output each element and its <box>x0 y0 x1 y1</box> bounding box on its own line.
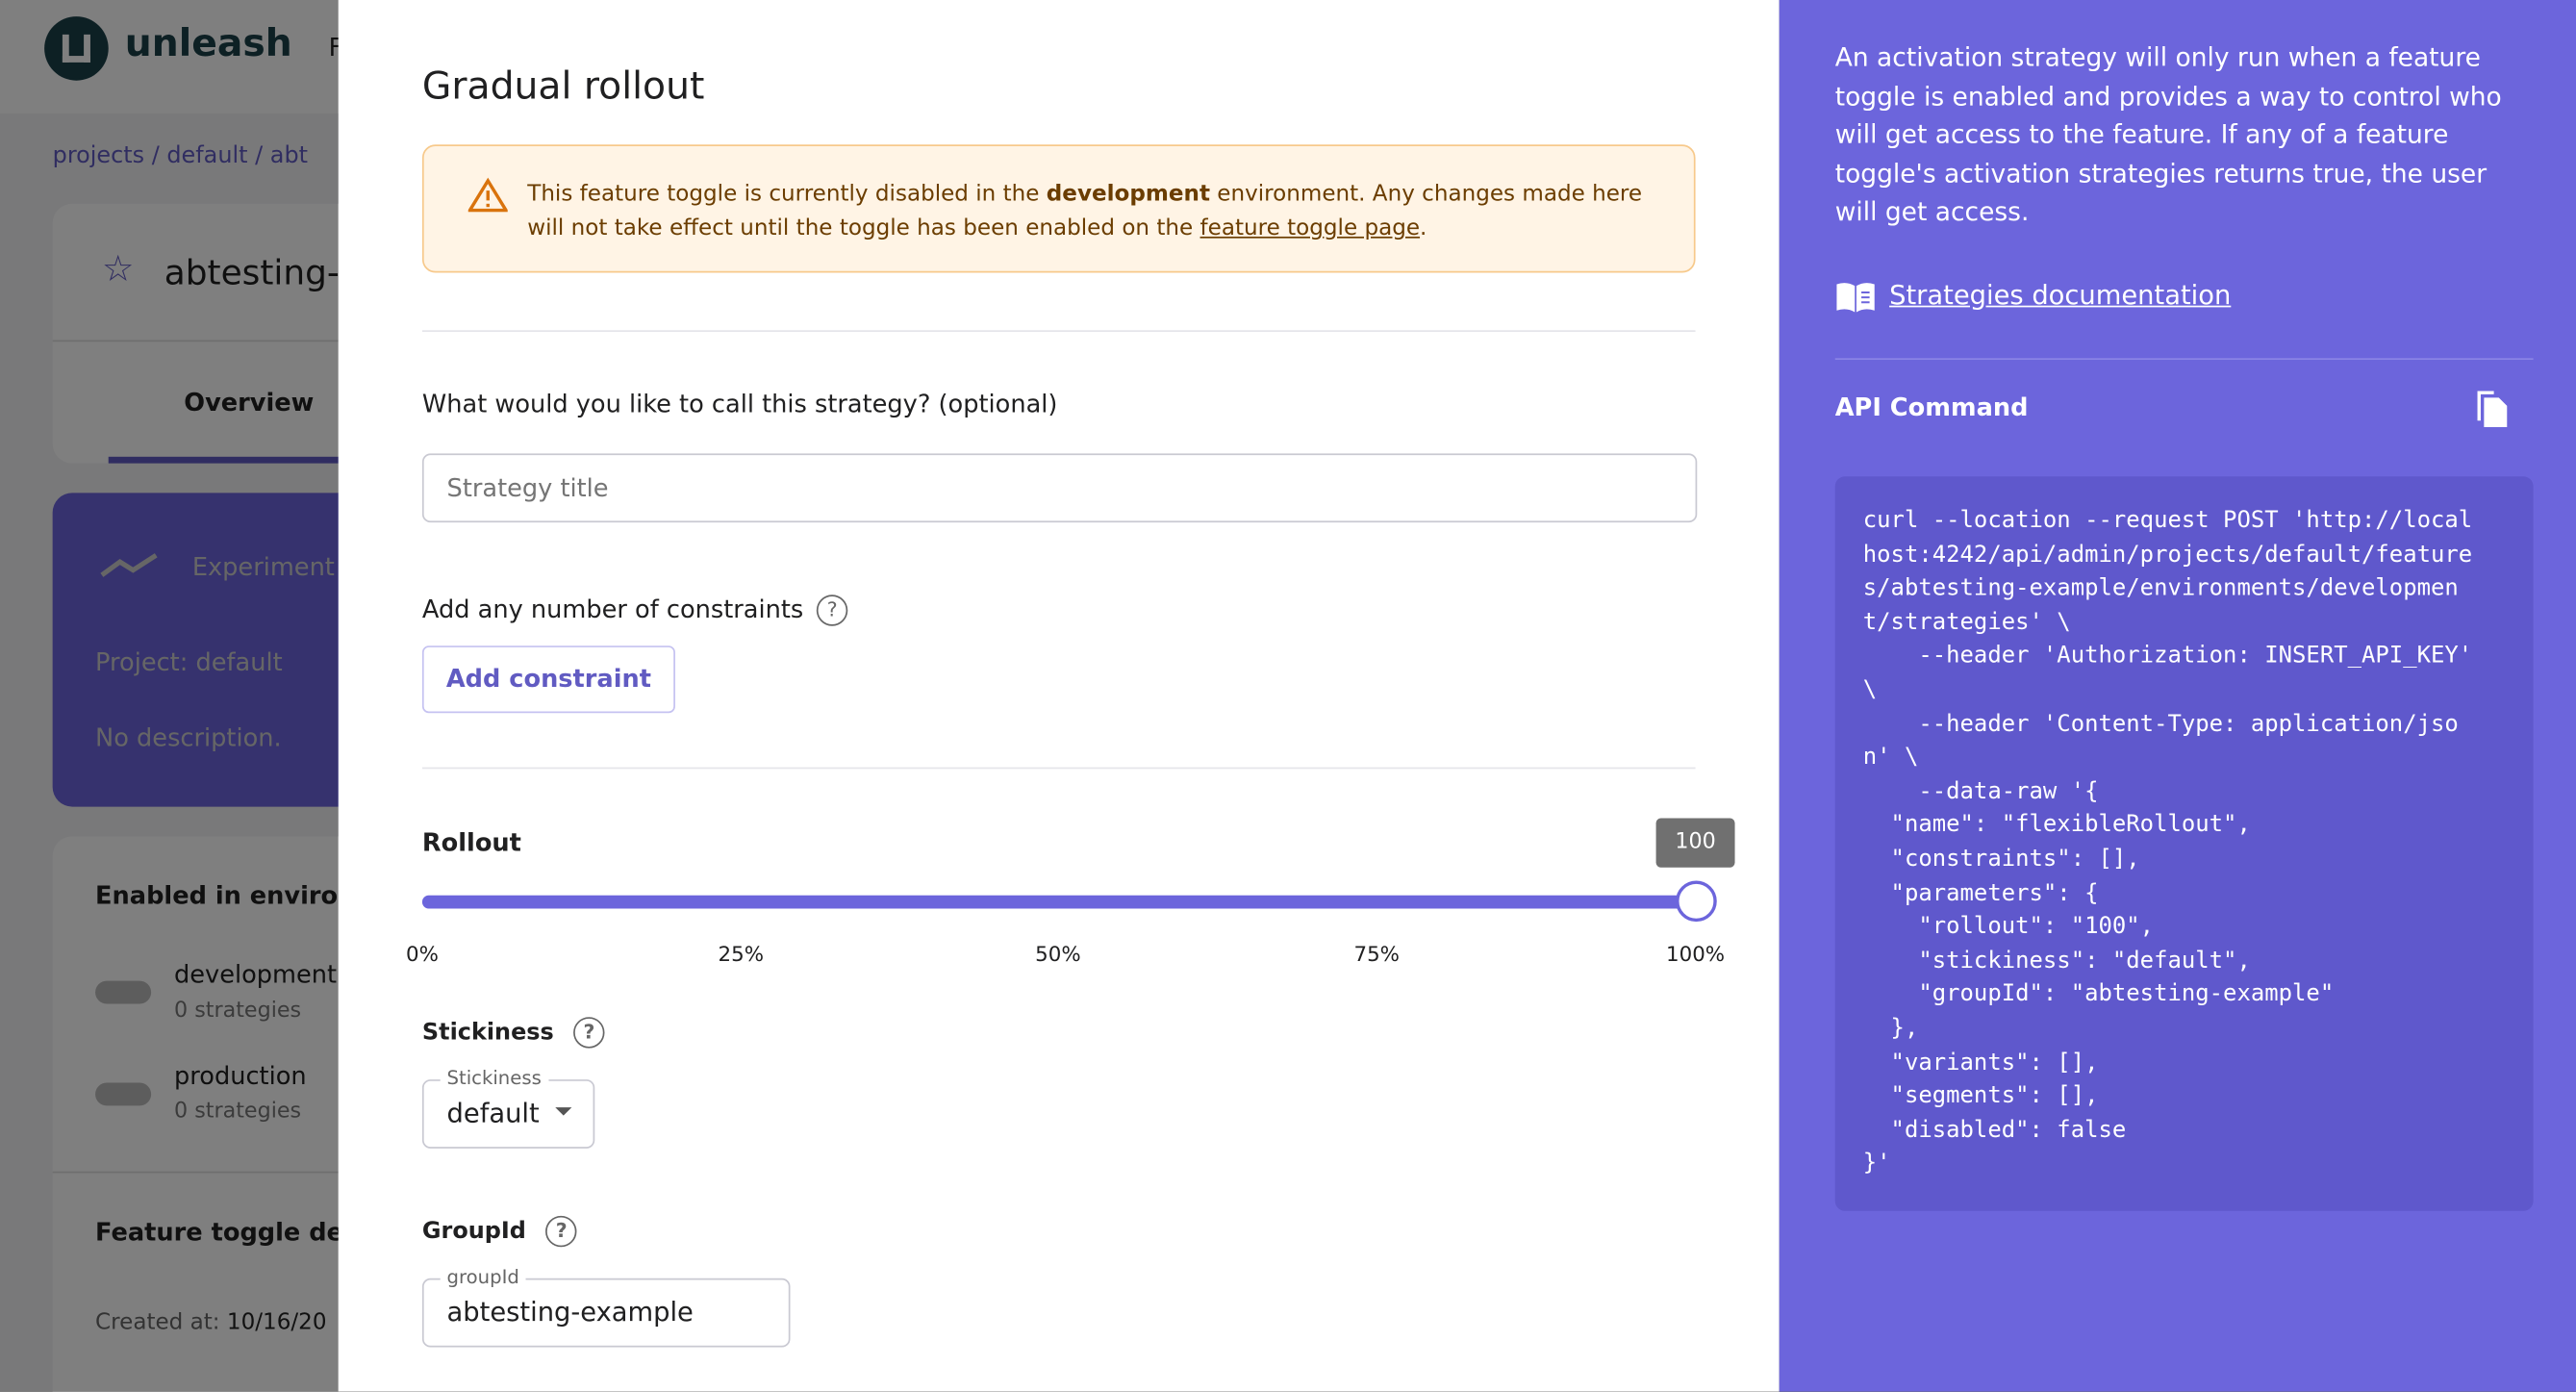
strategy-name-label: What would you like to call this strateg… <box>421 389 1058 419</box>
slider-fill <box>421 895 1696 909</box>
code-line: "parameters": { <box>1862 879 2099 906</box>
add-constraint-button[interactable]: Add constraint <box>421 645 675 714</box>
tick-label: 0% <box>405 941 439 967</box>
code-line: "constraints": [], <box>1862 846 2140 873</box>
strategies-docs-link[interactable]: Strategies documentation <box>1889 279 2231 310</box>
strategy-title-input[interactable] <box>421 453 1698 523</box>
code-line: "variants": [], <box>1862 1049 2099 1076</box>
code-line: --data-raw '{ <box>1862 778 2099 805</box>
rollout-label: Rollout <box>421 827 521 858</box>
code-line: "disabled": false <box>1862 1116 2127 1144</box>
code-line: host:4242/api/admin/projects/default/fea… <box>1862 541 2473 569</box>
stickiness-select[interactable]: Stickiness default <box>421 1066 595 1149</box>
tick-label: 50% <box>1035 941 1081 967</box>
api-command-title: API Command <box>1834 392 2029 422</box>
code-line: --header 'Authorization: INSERT_API_KEY' <box>1862 643 2473 670</box>
warning-icon <box>467 177 508 213</box>
code-line: "rollout": "100", <box>1862 913 2155 941</box>
alert-text: This feature toggle is currently disable… <box>527 180 1643 242</box>
copy-icon[interactable] <box>2474 388 2511 429</box>
code-line: --header 'Content-Type: application/jso <box>1862 710 2459 738</box>
rollout-slider[interactable]: 100 <box>421 818 1735 923</box>
dropdown-arrow-icon <box>555 1107 572 1124</box>
code-line: "stickiness": "default", <box>1862 947 2251 974</box>
help-icon[interactable]: ? <box>545 1215 577 1248</box>
api-command-code-block[interactable]: curl --location --request POST 'http://l… <box>1834 476 2534 1211</box>
code-line: s/abtesting-example/environments/develop… <box>1862 575 2459 602</box>
feature-toggle-page-link[interactable]: feature toggle page <box>1200 215 1421 241</box>
help-icon[interactable]: ? <box>816 595 848 626</box>
slider-value-tooltip: 100 <box>1655 818 1735 868</box>
code-line: curl --location --request POST 'http://l… <box>1862 507 2473 535</box>
help-sidebar: An activation strategy will only run whe… <box>1779 0 2576 1392</box>
modal-title: Gradual rollout <box>421 65 705 109</box>
code-line: t/strategies' \ <box>1862 609 2071 636</box>
tick-label: 25% <box>718 941 765 967</box>
code-line: "groupId": "abtesting-example" <box>1862 981 2335 1008</box>
groupid-input[interactable]: groupId abtesting-example <box>421 1265 791 1348</box>
tick-label: 75% <box>1353 941 1400 967</box>
disabled-warning-alert: This feature toggle is currently disable… <box>421 144 1696 273</box>
code-line: }, <box>1862 1015 1919 1042</box>
groupid-label: GroupId? <box>422 1215 577 1248</box>
strategy-description: An activation strategy will only run whe… <box>1834 42 2502 228</box>
code-line: }' <box>1862 1151 1891 1177</box>
book-icon <box>1836 283 1875 313</box>
constraints-label: Add any number of constraints? <box>422 595 848 626</box>
tick-label: 100% <box>1666 941 1726 967</box>
strategy-modal: Gradual rollout This feature toggle is c… <box>338 0 1780 1392</box>
background-page: unleash F projects / default / abt ☆ abt… <box>0 0 339 1392</box>
code-line: n' \ <box>1862 744 1919 772</box>
help-icon[interactable]: ? <box>573 1017 605 1049</box>
slider-thumb[interactable] <box>1676 880 1717 923</box>
code-line: "name": "flexibleRollout", <box>1862 812 2251 839</box>
code-line: \ <box>1862 676 1878 703</box>
stickiness-label: Stickiness? <box>422 1017 605 1049</box>
code-line: "segments": [], <box>1862 1082 2099 1109</box>
modal-backdrop[interactable] <box>0 0 339 1392</box>
